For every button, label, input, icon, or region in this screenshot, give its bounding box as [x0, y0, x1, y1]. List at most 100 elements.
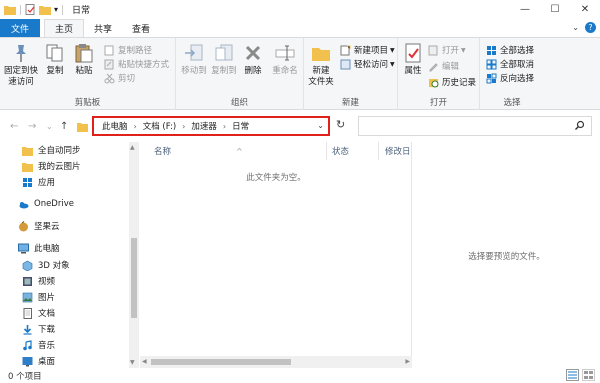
help-icon[interactable]: ? [585, 22, 596, 33]
breadcrumb-daily[interactable]: 日常 [232, 120, 249, 132]
search-input[interactable] [358, 116, 592, 136]
rename-button[interactable]: 重命名 [270, 42, 300, 77]
copy-to-button[interactable]: 复制到 [210, 42, 238, 77]
up-button[interactable]: ↑ [60, 121, 68, 132]
new-folder-quick-icon[interactable] [39, 4, 51, 15]
nav-item-label: 音乐 [38, 341, 56, 351]
scroll-left-icon[interactable]: ◀ [142, 358, 147, 365]
paste-label: 粘贴 [75, 66, 93, 76]
properties-button[interactable]: 属性 [401, 42, 425, 77]
invert-selection-button[interactable]: 反向选择 [486, 72, 534, 84]
column-header-status[interactable]: 状态 [332, 142, 372, 160]
nav-item-label: 此电脑 [34, 244, 60, 254]
forward-button[interactable]: → [28, 121, 36, 132]
chevron-right-icon[interactable]: › [223, 122, 226, 131]
details-view-button[interactable] [566, 369, 579, 381]
breadcrumb: 此电脑 › 文档 (F:) › 加速器 › 日常 [102, 120, 249, 133]
copy-to-label: 复制到 [211, 66, 237, 76]
tab-share[interactable]: 共享 [84, 19, 122, 37]
folder-icon [77, 123, 88, 132]
apps-icon [23, 177, 32, 187]
scroll-down-icon[interactable]: ▼ [130, 359, 135, 366]
breadcrumb-accelerator[interactable]: 加速器 [191, 120, 217, 132]
tab-file[interactable]: 文件 [0, 19, 40, 37]
scroll-right-icon[interactable]: ▶ [405, 358, 410, 365]
scroll-up-icon[interactable]: ▲ [130, 144, 135, 151]
pin-quick-access-button[interactable]: 固定到快 速访问 [4, 42, 38, 88]
history-button[interactable]: 历史记录 [428, 76, 476, 88]
empty-folder-message: 此文件夹为空。 [246, 173, 306, 183]
customize-quick-access-icon[interactable]: ▾ [54, 5, 58, 14]
large-icons-view-button[interactable] [582, 369, 595, 381]
maximize-button[interactable]: ☐ [540, 0, 570, 19]
nav-item-desktop[interactable]: 桌面 [22, 353, 55, 369]
open-button[interactable]: 打开 ▼ [428, 44, 466, 56]
tab-view[interactable]: 查看 [122, 19, 160, 37]
expand-ribbon-icon[interactable]: ⌄ [572, 23, 579, 32]
nav-item-apps[interactable]: 应用 [22, 174, 55, 190]
address-history-dropdown[interactable]: ⌄ [317, 121, 324, 130]
paste-shortcut-button[interactable]: 粘贴快捷方式 [104, 58, 169, 70]
chevron-right-icon[interactable]: › [182, 122, 185, 131]
scrollbar-thumb[interactable] [151, 359, 291, 365]
title-bar: ▾ 日常 — ☐ ✕ [0, 0, 600, 19]
nav-item-nutstore[interactable]: 坚果云 [18, 218, 60, 234]
file-list[interactable]: 名称 ^ 状态 修改日 此文件夹为空。 [140, 142, 412, 368]
refresh-button[interactable]: ↻ [336, 118, 345, 131]
video-icon [23, 276, 32, 286]
navigation-pane: 全自动同步 我的云图片 应用 OneDrive 坚果云 此电脑 3D 对象 视频… [0, 142, 140, 368]
new-folder-button[interactable]: 新建 文件夹 [306, 42, 336, 88]
edit-button[interactable]: 编辑 [428, 60, 459, 72]
paste-button[interactable]: 粘贴 [72, 42, 96, 77]
breadcrumb-documents-drive[interactable]: 文档 (F:) [143, 120, 176, 132]
properties-icon [405, 43, 421, 63]
edit-icon [429, 62, 438, 71]
nav-item-label: 图片 [38, 293, 56, 303]
select-none-button[interactable]: 全部取消 [486, 58, 534, 70]
nav-item-cloud-pictures[interactable]: 我的云图片 [22, 158, 81, 174]
copy-icon [46, 44, 63, 62]
scissors-icon [104, 73, 115, 83]
cut-button[interactable]: 剪切 [104, 72, 135, 84]
delete-button[interactable]: 删除 [242, 42, 264, 77]
select-all-button[interactable]: 全部选择 [486, 44, 534, 56]
recent-locations-button[interactable]: ⌄ [46, 122, 53, 131]
nav-item-music[interactable]: 音乐 [22, 337, 55, 353]
copy-button[interactable]: 复制 [43, 42, 67, 77]
history-icon [429, 78, 439, 87]
nav-item-onedrive[interactable]: OneDrive [18, 196, 74, 212]
column-divider[interactable] [326, 142, 327, 160]
select-none-icon [486, 59, 497, 69]
nav-item-3d-objects[interactable]: 3D 对象 [22, 257, 70, 273]
close-button[interactable]: ✕ [570, 0, 600, 19]
picture-icon [22, 292, 33, 302]
properties-quick-icon[interactable] [25, 4, 36, 15]
back-button[interactable]: ← [10, 121, 18, 132]
column-header-date-modified[interactable]: 修改日 [385, 142, 412, 160]
nav-item-documents[interactable]: 文档 [22, 305, 55, 321]
nav-item-downloads[interactable]: 下载 [22, 321, 55, 337]
scrollbar-thumb[interactable] [131, 238, 137, 318]
easy-access-button[interactable]: 轻松访问 ▼ [340, 58, 395, 70]
new-item-button[interactable]: 新建项目 ▼ [340, 44, 395, 56]
address-bar[interactable]: 此电脑 › 文档 (F:) › 加速器 › 日常 ⌄ [92, 116, 330, 136]
copy-path-button[interactable]: 复制路径 [104, 44, 152, 56]
breadcrumb-this-pc[interactable]: 此电脑 [102, 120, 128, 132]
new-folder-icon [312, 48, 330, 61]
nav-item-this-pc[interactable]: 此电脑 [18, 240, 60, 256]
tab-home[interactable]: 主页 [44, 19, 85, 37]
new-group-label: 新建 [341, 98, 359, 108]
column-divider[interactable] [378, 142, 379, 160]
nav-item-auto-sync[interactable]: 全自动同步 [22, 142, 81, 158]
minimize-button[interactable]: — [510, 0, 540, 19]
nav-item-videos[interactable]: 视频 [22, 273, 55, 289]
file-explorer-window: ▾ 日常 — ☐ ✕ 文件 主页 共享 查看 ⌄ ? 固定到快 速访问 复制 粘… [0, 0, 600, 383]
open-group: 属性 打开 ▼ 编辑 历史记录 打开 [398, 38, 480, 110]
chevron-right-icon[interactable]: › [134, 122, 137, 131]
nav-item-label: 下载 [38, 325, 56, 335]
navigation-pane-scrollbar[interactable]: ▲ ▼ [129, 142, 139, 368]
move-to-button[interactable]: 移动到 [180, 42, 208, 77]
select-all-label: 全部选择 [500, 46, 535, 56]
nav-item-pictures[interactable]: 图片 [22, 289, 55, 305]
file-list-horizontal-scrollbar[interactable]: ◀ ▶ [140, 356, 412, 368]
